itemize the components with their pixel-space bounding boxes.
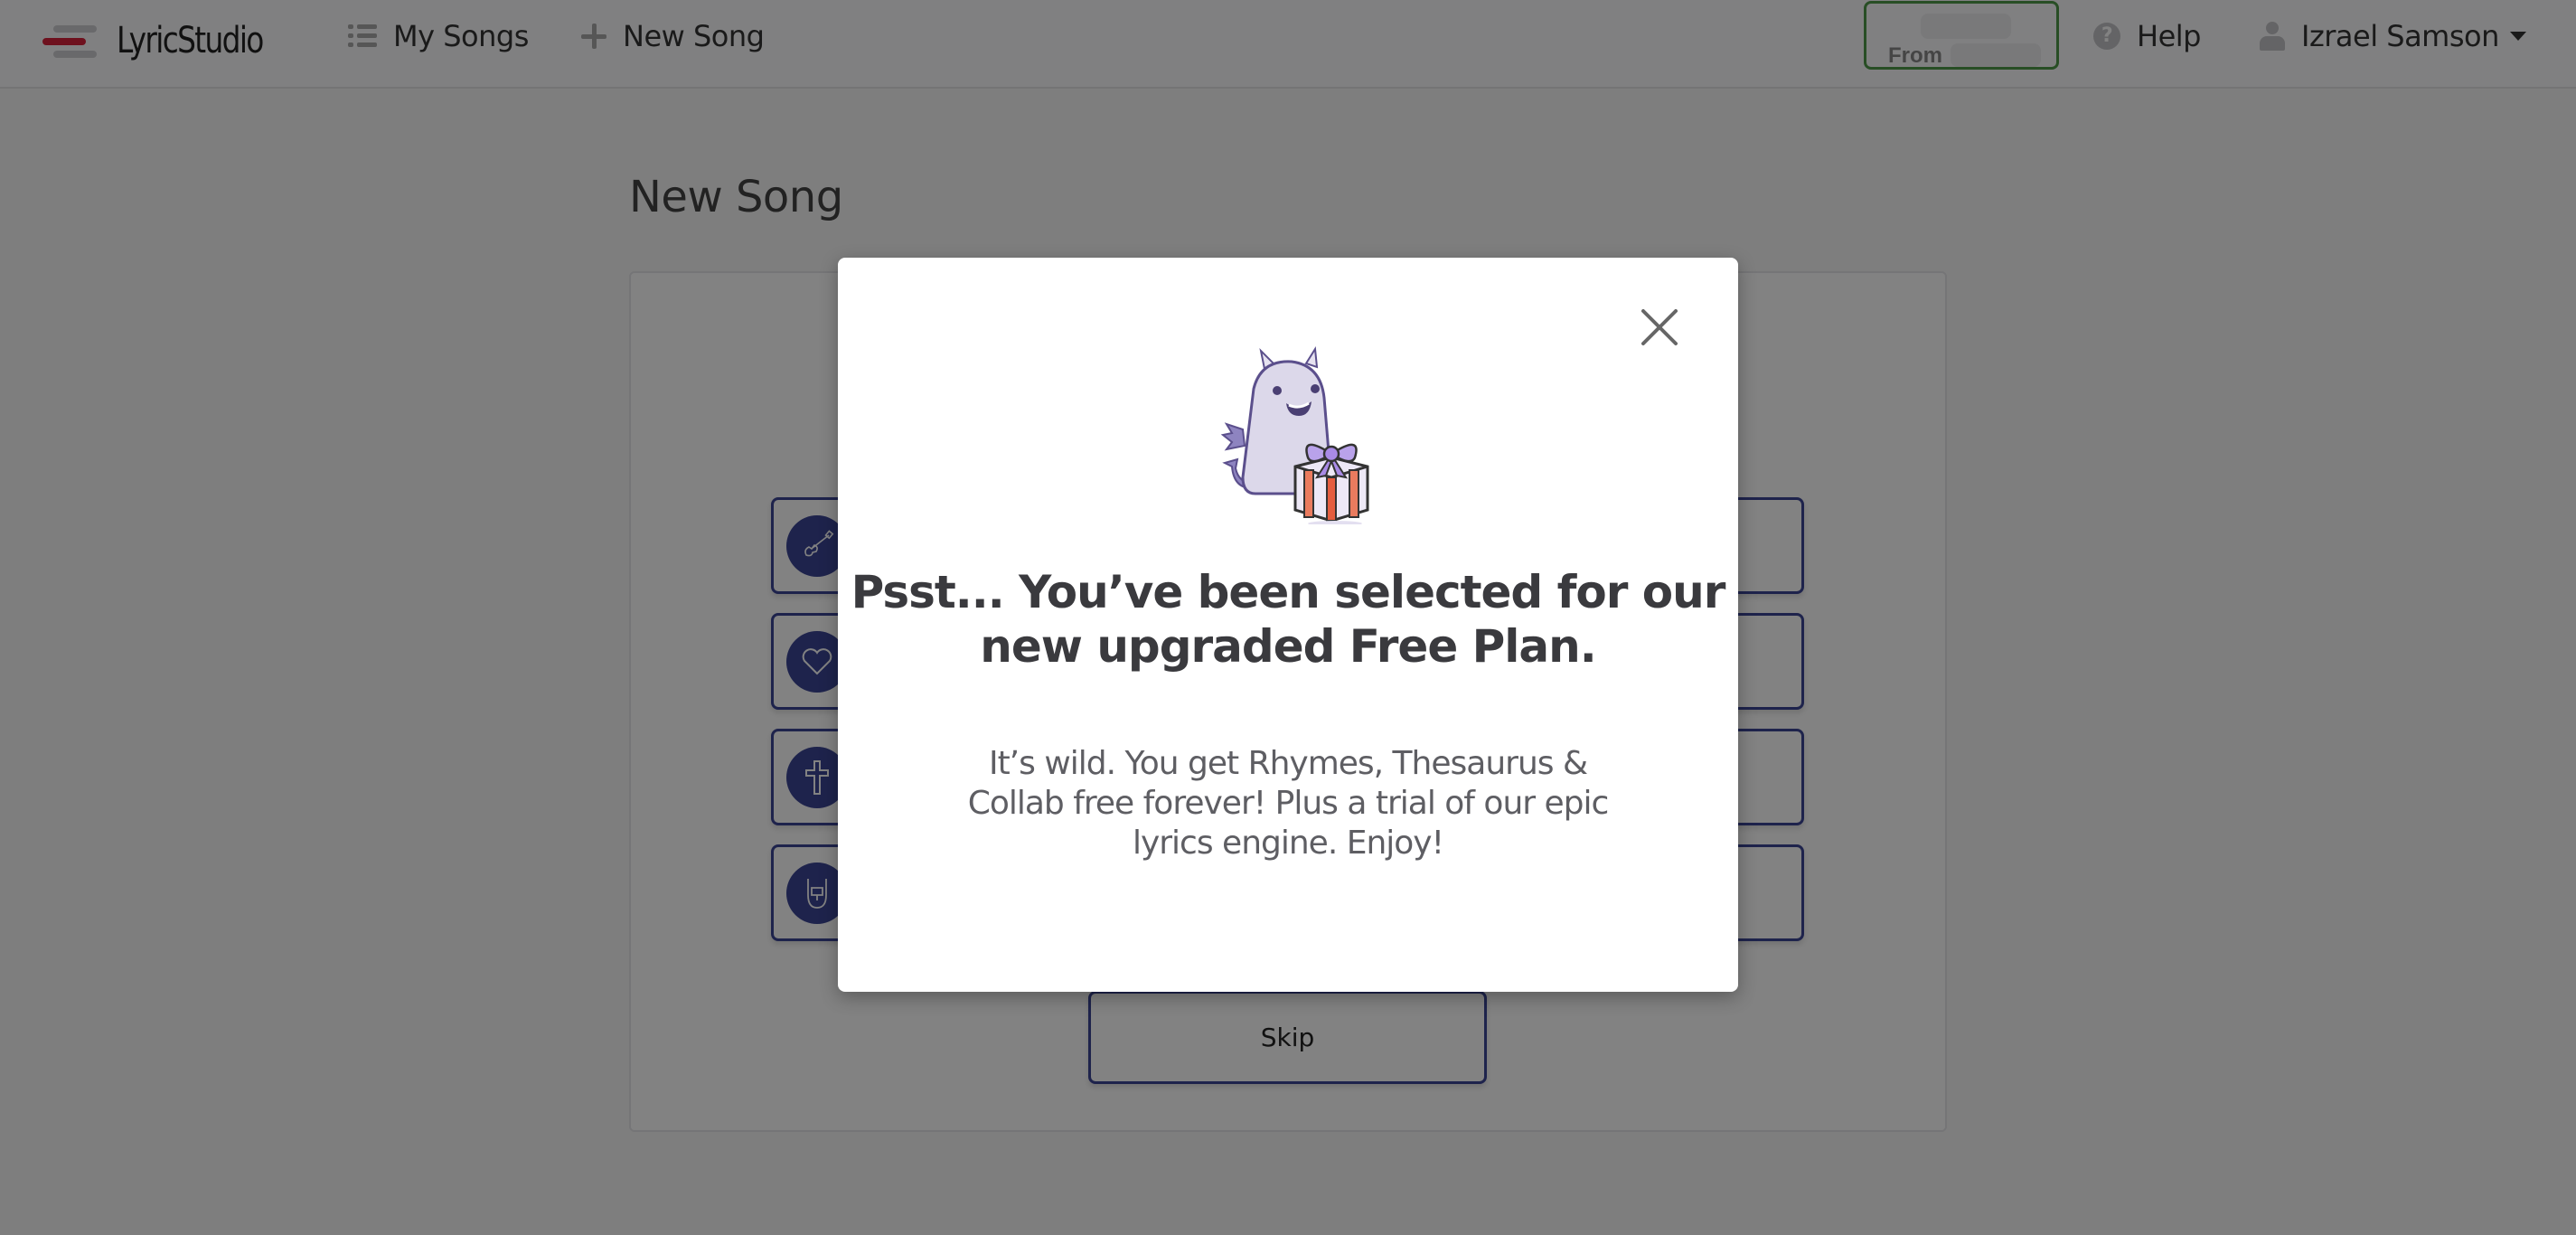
modal-body-line: Collab free forever! Plus a trial of our… [967,785,1610,822]
modal-body-line: It’s wild. You get Rhymes, Thesaurus & [988,745,1588,782]
modal-body-text: It’s wild. You get Rhymes, Thesaurus & C… [838,744,1738,863]
modal-title-line: Psst... You’ve been selected for our [851,566,1726,618]
modal-body-line: lyrics engine. Enjoy! [1132,825,1444,862]
modal-title: Psst... You’ve been selected for our new… [838,565,1738,674]
free-plan-modal: Psst... You’ve been selected for our new… [838,258,1738,992]
close-icon[interactable] [1640,307,1679,347]
devil-gift-illustration [1220,345,1369,524]
modal-title-line: new upgraded Free Plan. [980,620,1597,673]
